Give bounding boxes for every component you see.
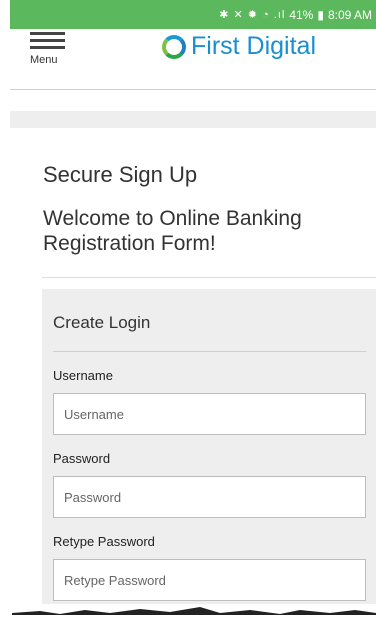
menu-button[interactable]: Menu [30, 29, 70, 79]
retype-password-input[interactable] [53, 559, 366, 601]
brand-ring-icon [162, 34, 186, 59]
username-label: Username [53, 368, 113, 383]
status-bar: ✱ ✕ ✹ ◔ .ıl 41% ▮ 8:09 AM [10, 0, 376, 29]
create-login-card: Create Login Username Password Retype Pa… [42, 289, 376, 604]
section-title: Create Login [53, 313, 151, 332]
welcome-heading: Welcome to Online Banking Registration F… [43, 207, 302, 255]
password-input[interactable] [53, 476, 366, 518]
retype-password-label: Retype Password [53, 534, 155, 549]
brand-name: First Digital [191, 32, 317, 60]
battery-level: 41% [289, 7, 314, 22]
divider [42, 277, 376, 278]
clock: 8:09 AM [327, 7, 372, 22]
status-icons: ✱ ✕ ✹ ◔ .ıl [219, 9, 286, 21]
torn-edge [12, 607, 376, 615]
password-label: Password [53, 451, 111, 466]
battery-icon: ▮ [317, 7, 324, 22]
brand-logo: First Digital [162, 32, 316, 61]
section-divider [53, 351, 366, 352]
hamburger-icon-bar [30, 46, 65, 49]
header-spacer [10, 111, 376, 128]
hamburger-icon [30, 32, 65, 35]
menu-label: Menu [30, 54, 58, 66]
main-content: Secure Sign Up Welcome to Online Banking… [10, 128, 376, 604]
username-input[interactable] [53, 393, 366, 435]
app-header: Menu First Digital [10, 29, 376, 90]
hamburger-icon-bar [30, 39, 65, 42]
page-title: Secure Sign Up [43, 162, 198, 187]
